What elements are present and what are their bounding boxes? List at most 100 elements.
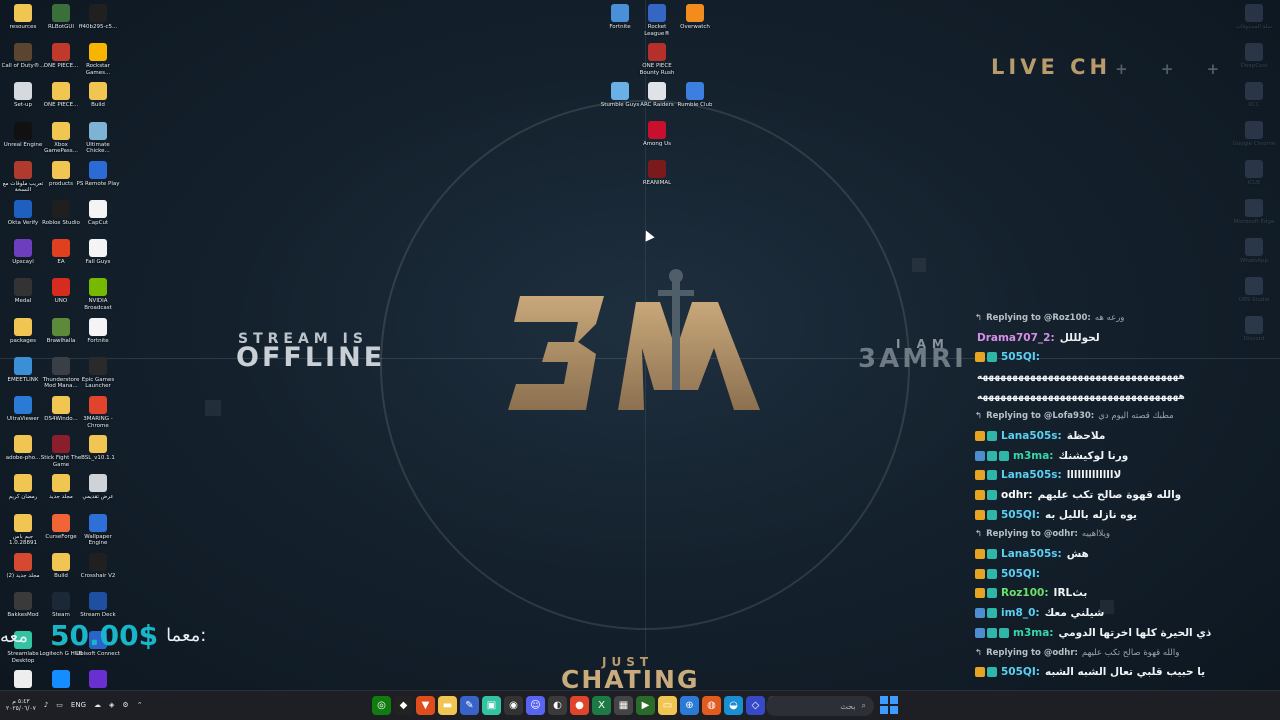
- cod-icon: [14, 43, 32, 62]
- desktop-shortcut[interactable]: Build: [76, 82, 120, 109]
- chat-username[interactable]: 505QI:: [1001, 509, 1040, 521]
- desktop-shortcut[interactable]: PS Remote Play: [76, 160, 120, 188]
- desktop-shortcut[interactable]: Among Us: [635, 121, 679, 148]
- arc-icon: [648, 82, 666, 100]
- iicc-icon: [1245, 82, 1263, 100]
- app-icon[interactable]: ✎: [460, 696, 479, 715]
- streamlabs-icon[interactable]: ▣: [482, 696, 501, 715]
- chat-message-text: هش: [1066, 548, 1089, 561]
- desktop-shortcut[interactable]: Fortnite: [76, 317, 120, 345]
- battlenet-icon: [52, 670, 70, 689]
- discord-icon[interactable]: ☺: [526, 696, 545, 715]
- clock[interactable]: ٥:٤٣ م ٢٠٢٥/٠٦/٠٧: [6, 698, 36, 712]
- chat-username[interactable]: Lana505s:: [1001, 430, 1062, 442]
- desktop-shortcut[interactable]: Microsoft Edge: [1232, 199, 1276, 226]
- chat-username[interactable]: 505QI:: [1001, 351, 1040, 363]
- desktop-shortcut[interactable]: سلة المحذوفات: [1232, 4, 1276, 31]
- desktop-shortcut-label: Upscayl: [12, 259, 34, 266]
- tray-overflow-chevron-icon[interactable]: ⌃: [137, 701, 143, 709]
- desktop-shortcut[interactable]: Rumble Club: [673, 82, 717, 109]
- keyboard-icon: [89, 474, 107, 493]
- reply-target: Replying to @odhr:: [986, 529, 1078, 540]
- desktop-shortcut[interactable]: Overwatch: [673, 4, 717, 31]
- file-explorer-icon[interactable]: ▬: [438, 696, 457, 715]
- chat-badge-icon: [975, 588, 985, 599]
- xbox-icon[interactable]: ◎: [372, 696, 391, 715]
- desktop-shortcut-label: Okta Verify: [7, 220, 39, 226]
- desktop-shortcut-label: رمضان كريم: [8, 494, 38, 501]
- chat-username[interactable]: 505QI:: [1001, 568, 1040, 580]
- search-placeholder: بحث: [840, 701, 856, 711]
- desktop-shortcut[interactable]: CapCut: [76, 200, 120, 227]
- edge-icon[interactable]: ◒: [724, 696, 743, 715]
- chat-badge-icon: [975, 352, 985, 363]
- chat-username[interactable]: im8_0:: [1001, 607, 1040, 619]
- excel-icon[interactable]: X: [592, 696, 611, 715]
- curseforge-icon: [52, 513, 70, 532]
- desktop-shortcut[interactable]: Crosshair V2: [76, 552, 120, 580]
- channel-logo: [508, 262, 764, 414]
- chat-badge-icon: [987, 568, 997, 579]
- tray-app-icon[interactable]: ⚙: [122, 701, 128, 709]
- ps-icon: [89, 160, 107, 179]
- app-icon[interactable]: ◇: [746, 696, 765, 715]
- desktop-shortcut[interactable]: WhatsApp: [1232, 238, 1276, 265]
- desktop-shortcut[interactable]: Google Chrome: [1232, 121, 1276, 148]
- desktop-shortcut-label: Microsoft Edge: [1233, 219, 1275, 225]
- desktop-shortcut[interactable]: Wallpaper Engine: [76, 513, 120, 547]
- media-player-icon[interactable]: ▶: [636, 696, 655, 715]
- store-icon[interactable]: ▦: [614, 696, 633, 715]
- chat-message: 505QI:: [975, 564, 1240, 584]
- chat-badge-icon: [999, 450, 1009, 461]
- onepiece-icon: [52, 43, 70, 62]
- firefox-icon[interactable]: ◍: [702, 696, 721, 715]
- tray-app-icon[interactable]: ◈: [109, 701, 114, 709]
- chat-username[interactable]: m3ma:: [1013, 450, 1053, 462]
- desktop-shortcut[interactable]: ff40b295-c5...: [76, 4, 120, 31]
- donation-goal: معه 50.00$ معما:: [0, 618, 206, 652]
- chat-message-text: ههههههههههههههههههههههههههههههههههه: [977, 391, 1185, 402]
- desktop-shortcut[interactable]: NVIDIA Broadcast: [76, 278, 120, 311]
- game-app-icon[interactable]: ◆: [394, 696, 413, 715]
- tray-app-icon[interactable]: ☁: [94, 701, 101, 709]
- reply-arrow-icon: ↰: [975, 312, 983, 323]
- chat-username[interactable]: Lana505s:: [1001, 548, 1062, 560]
- desktop-shortcut[interactable]: Fall Guys: [76, 239, 120, 266]
- desktop-shortcut-label: Build: [91, 102, 105, 109]
- brave-icon[interactable]: ▼: [416, 696, 435, 715]
- chat-username[interactable]: Drama707_2:: [977, 332, 1055, 344]
- desktop-shortcut[interactable]: 3MARING - Chrome: [76, 396, 120, 429]
- desktop-shortcut[interactable]: REANIMAL: [635, 160, 679, 187]
- clock-time: ٥:٤٣ م: [12, 698, 30, 705]
- language-indicator[interactable]: ENG: [71, 701, 86, 709]
- desktop-shortcut-label: Build: [54, 572, 68, 579]
- desktop-shortcut[interactable]: عرض تقديمي: [76, 474, 120, 501]
- desktop-shortcut[interactable]: Stream Deck: [76, 592, 120, 619]
- start-button-icon[interactable]: [880, 696, 898, 714]
- desktop-shortcut-label: Set-up: [14, 102, 32, 109]
- chat-username[interactable]: m3ma:: [1013, 627, 1053, 639]
- desktop-shortcut[interactable]: iCUE: [1232, 160, 1276, 187]
- desktop-shortcut[interactable]: IICC: [1232, 82, 1276, 109]
- desktop-shortcut[interactable]: Ultimate Chicke...: [76, 121, 120, 155]
- chat-username[interactable]: Lana505s:: [1001, 469, 1062, 481]
- desktop-shortcut[interactable]: Rockstar Games...: [76, 43, 120, 76]
- chrome-icon[interactable]: ●: [570, 696, 589, 715]
- pinned-app-icon[interactable]: ◐: [548, 696, 567, 715]
- volume-icon[interactable]: ♪: [44, 701, 48, 709]
- maps-icon[interactable]: ⊕: [680, 696, 699, 715]
- network-icon[interactable]: ▭: [56, 701, 63, 709]
- chat-username[interactable]: Roz100:: [1001, 587, 1049, 599]
- desktop-shortcut[interactable]: DeepCool: [1232, 43, 1276, 70]
- desktop-shortcut[interactable]: BSL_v10.1.1: [76, 435, 120, 462]
- folder-icon: [14, 435, 32, 454]
- chat-username[interactable]: 505QI:: [1001, 666, 1040, 678]
- reply-quote: ورعه هه: [1094, 312, 1125, 323]
- obs-icon[interactable]: ◉: [504, 696, 523, 715]
- taskbar-search[interactable]: بحث ⌕: [766, 696, 874, 716]
- folder-icon[interactable]: ▭: [658, 696, 677, 715]
- desktop-shortcut[interactable]: ONE PIECE Bounty Rush: [635, 43, 679, 76]
- chat-username[interactable]: odhr:: [1001, 489, 1033, 501]
- desktop-shortcut[interactable]: OBS Studio: [1232, 277, 1276, 304]
- desktop-shortcut[interactable]: Epic Games Launcher: [76, 356, 120, 390]
